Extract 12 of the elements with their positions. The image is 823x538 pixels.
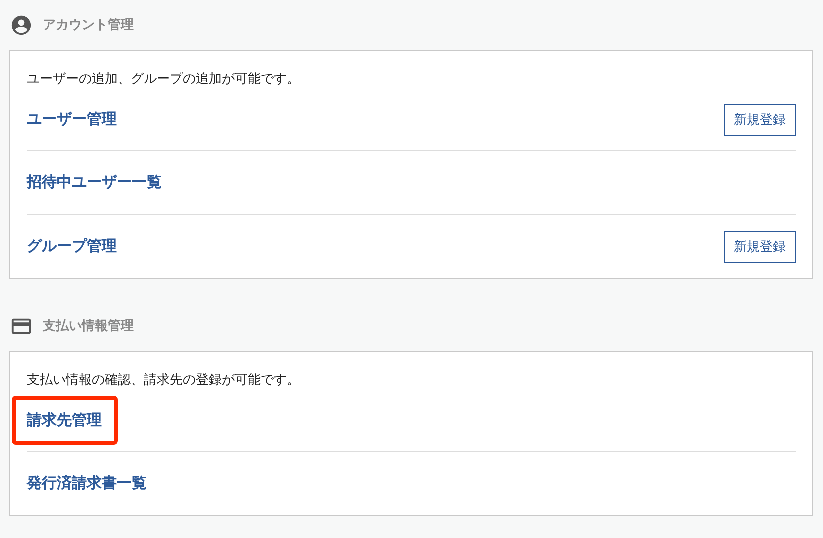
menu-link[interactable]: 発行済請求書一覧 [12,459,163,508]
register-button[interactable]: 新規登録 [724,104,796,136]
menu-link[interactable]: 招待中ユーザー一覧 [12,158,178,207]
section-title: 支払い情報管理 [43,318,134,335]
menu-link[interactable]: グループ管理 [12,222,133,271]
menu-link[interactable]: 請求先管理 [12,396,118,445]
register-button[interactable]: 新規登録 [724,230,796,262]
section-title: アカウント管理 [43,17,134,34]
description-text: 支払い情報の確認、請求先の登録が可能です。 [27,372,301,390]
account-icon [10,14,33,36]
menu-link[interactable]: ユーザー管理 [12,95,133,144]
description-text: ユーザーの追加、グループの追加が可能です。 [27,71,301,89]
